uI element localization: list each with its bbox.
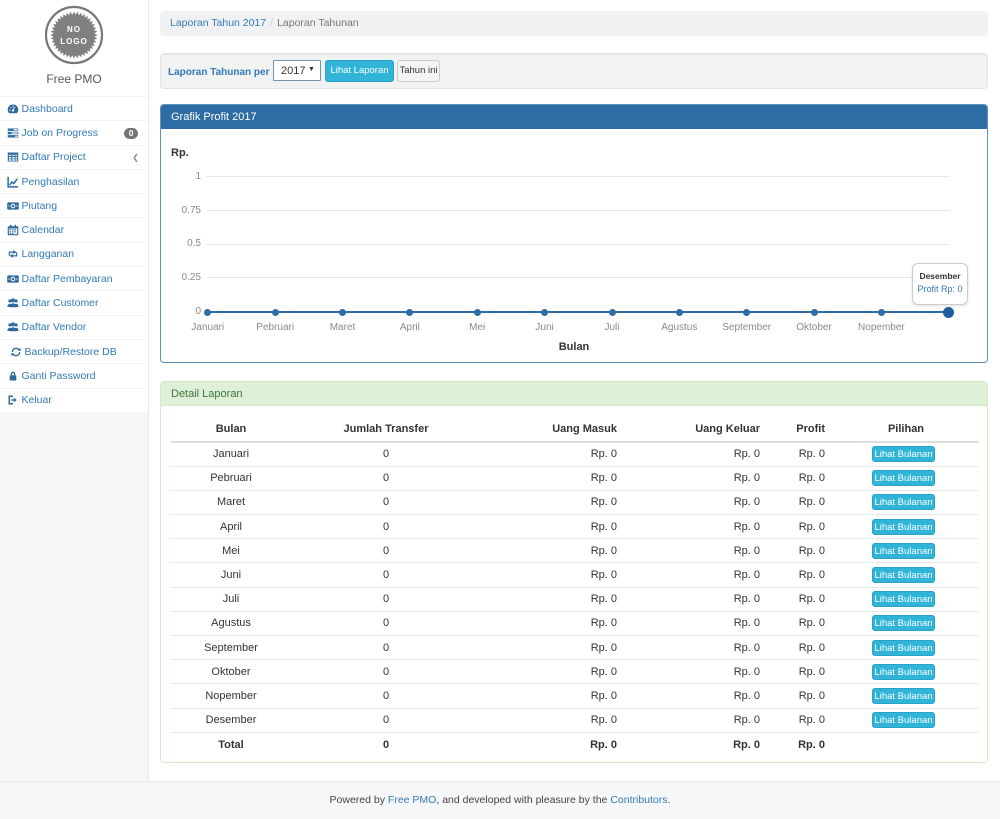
- svg-text:LOGO: LOGO: [60, 37, 88, 46]
- svg-text:NO: NO: [67, 25, 81, 34]
